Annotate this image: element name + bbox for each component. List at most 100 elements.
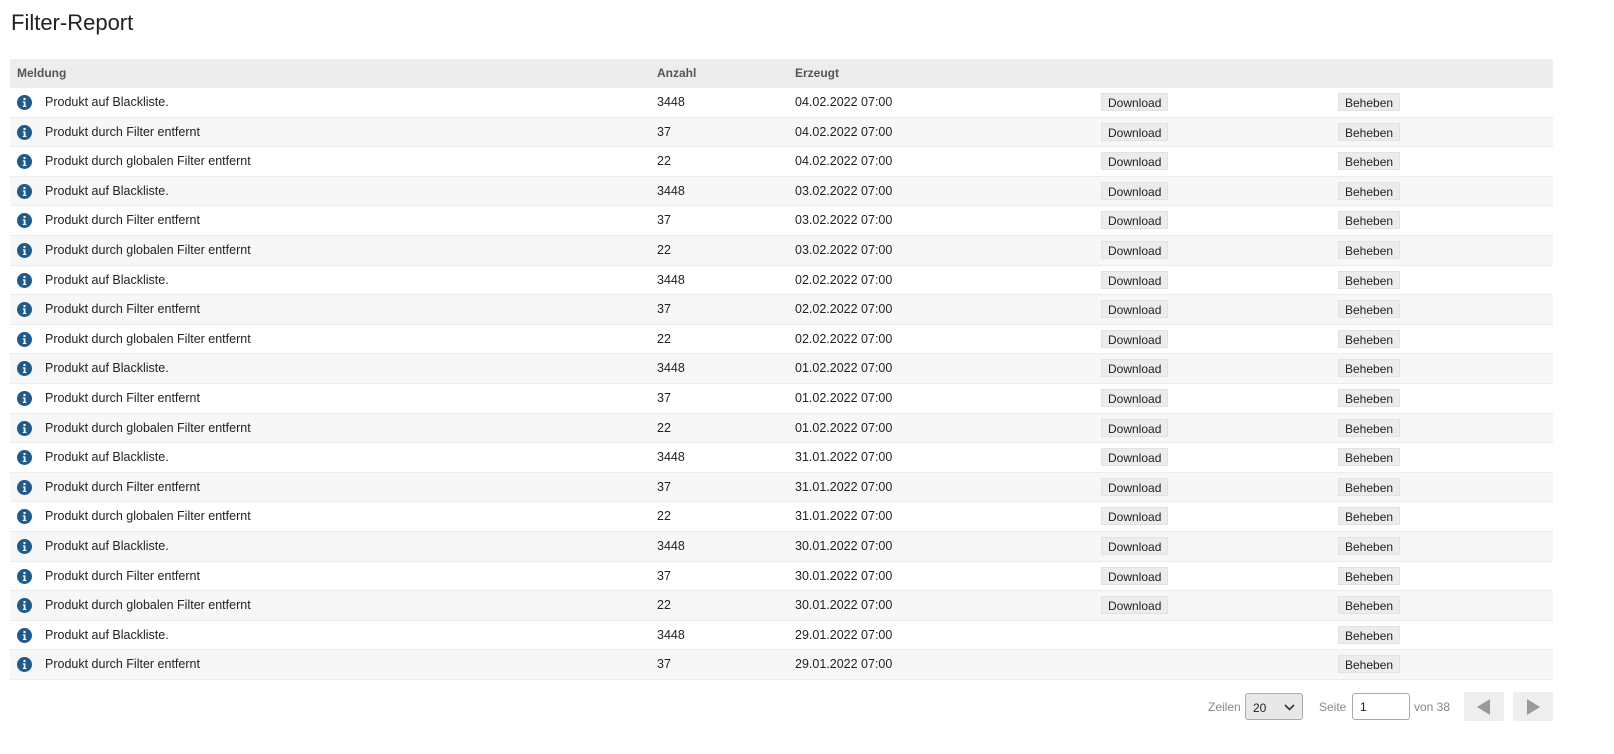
fix-button[interactable]: Beheben: [1338, 211, 1401, 230]
row-message: Produkt durch Filter entfernt: [45, 124, 200, 139]
download-button[interactable]: Download: [1101, 211, 1169, 230]
download-button[interactable]: Download: [1101, 566, 1169, 585]
table-row: Produkt durch Filter entfernt 37 03.02.202…: [10, 206, 1553, 236]
table-body: Produkt auf Blackliste. 3448 04.02.2022 07…: [10, 88, 1553, 680]
row-created: 01.02.2022 07:00: [795, 420, 893, 435]
download-button[interactable]: Download: [1101, 270, 1169, 289]
download-button[interactable]: Download: [1101, 359, 1169, 378]
download-button[interactable]: Download: [1101, 122, 1169, 141]
page-number-input[interactable]: [1352, 693, 1410, 720]
table-row: Produkt durch globalen Filter entfernt 22…: [10, 147, 1553, 177]
header-message[interactable]: Meldung: [17, 66, 66, 80]
row-created: 31.01.2022 07:00: [795, 509, 893, 524]
table-row: Produkt durch Filter entfernt 37 31.01.202…: [10, 472, 1553, 503]
fix-button[interactable]: Beheben: [1338, 270, 1401, 289]
download-button[interactable]: Download: [1101, 300, 1169, 319]
download-button[interactable]: Download: [1101, 507, 1169, 526]
row-message: Produkt durch Filter entfernt: [45, 390, 200, 405]
row-count: 3448: [657, 272, 685, 287]
report-table: Meldung Anzahl Erzeugt Produkt auf Black…: [10, 59, 1553, 680]
fix-button[interactable]: Beheben: [1338, 181, 1401, 200]
info-icon: [17, 627, 32, 643]
row-count: 37: [657, 124, 671, 139]
info-icon: [17, 568, 32, 584]
table-row: Produkt durch globalen Filter entfernt 22…: [10, 235, 1553, 266]
rows-per-page-value: 20: [1253, 701, 1267, 715]
row-count: 37: [657, 390, 671, 405]
next-page-button[interactable]: [1513, 692, 1553, 721]
row-created: 01.02.2022 07:00: [795, 390, 893, 405]
download-button[interactable]: Download: [1101, 329, 1169, 348]
row-created: 04.02.2022 07:00: [795, 154, 893, 169]
download-button[interactable]: Download: [1101, 536, 1169, 555]
previous-page-button[interactable]: [1464, 692, 1504, 721]
fix-button[interactable]: Beheben: [1338, 300, 1401, 319]
fix-button[interactable]: Beheben: [1338, 240, 1401, 259]
download-button[interactable]: Download: [1101, 240, 1169, 259]
row-count: 37: [657, 302, 671, 317]
row-count: 3448: [657, 183, 685, 198]
row-message: Produkt durch Filter entfernt: [45, 568, 200, 583]
table-row: Produkt auf Blackliste. 3448 04.02.2022 07…: [10, 88, 1553, 118]
table-row: Produkt auf Blackliste. 3448 01.02.2022 07…: [10, 354, 1553, 384]
row-count: 22: [657, 509, 671, 524]
download-button[interactable]: Download: [1101, 152, 1169, 171]
rows-per-page-select[interactable]: 20: [1245, 693, 1303, 720]
row-count: 22: [657, 331, 671, 346]
row-count: 37: [657, 657, 671, 672]
download-button[interactable]: Download: [1101, 596, 1169, 615]
fix-button[interactable]: Beheben: [1338, 93, 1401, 111]
download-button[interactable]: Download: [1101, 93, 1169, 111]
table-row: Produkt durch globalen Filter entfernt 22…: [10, 591, 1553, 621]
rows-label: Zeilen: [1208, 700, 1241, 714]
row-count: 3448: [657, 450, 685, 465]
header-count[interactable]: Anzahl: [657, 66, 696, 80]
download-button[interactable]: Download: [1101, 388, 1169, 407]
fix-button[interactable]: Beheben: [1338, 596, 1401, 615]
info-icon: [17, 450, 32, 466]
download-button[interactable]: Download: [1101, 477, 1169, 496]
row-message: Produkt durch Filter entfernt: [45, 302, 200, 317]
table-row: Produkt durch Filter entfernt 37 01.02.202…: [10, 383, 1553, 414]
row-created: 04.02.2022 07:00: [795, 124, 893, 139]
row-created: 01.02.2022 07:00: [795, 361, 893, 376]
fix-button[interactable]: Beheben: [1338, 507, 1401, 526]
fix-button[interactable]: Beheben: [1338, 536, 1401, 555]
row-message: Produkt durch Filter entfernt: [45, 657, 200, 672]
download-button[interactable]: Download: [1101, 418, 1169, 437]
row-created: 29.01.2022 07:00: [795, 657, 893, 672]
fix-button[interactable]: Beheben: [1338, 359, 1401, 378]
row-message: Produkt durch globalen Filter entfernt: [45, 420, 251, 435]
download-button[interactable]: Download: [1101, 181, 1169, 200]
fix-button[interactable]: Beheben: [1338, 329, 1401, 348]
fix-button[interactable]: Beheben: [1338, 655, 1401, 674]
row-created: 29.01.2022 07:00: [795, 627, 893, 642]
row-created: 30.01.2022 07:00: [795, 598, 893, 613]
info-icon: [17, 598, 32, 614]
download-button[interactable]: Download: [1101, 448, 1169, 467]
row-count: 37: [657, 568, 671, 583]
fix-button[interactable]: Beheben: [1338, 625, 1401, 644]
fix-button[interactable]: Beheben: [1338, 418, 1401, 437]
row-message: Produkt auf Blackliste.: [45, 627, 169, 642]
info-icon: [17, 657, 32, 673]
fix-button[interactable]: Beheben: [1338, 448, 1401, 467]
fix-button[interactable]: Beheben: [1338, 566, 1401, 585]
info-icon: [17, 242, 32, 258]
table-row: Produkt durch globalen Filter entfernt 22…: [10, 502, 1553, 532]
fix-button[interactable]: Beheben: [1338, 388, 1401, 407]
info-icon: [17, 331, 32, 347]
fix-button[interactable]: Beheben: [1338, 477, 1401, 496]
fix-button[interactable]: Beheben: [1338, 122, 1401, 141]
info-icon: [17, 272, 32, 288]
info-icon: [17, 420, 32, 436]
row-count: 3448: [657, 361, 685, 376]
info-icon: [17, 509, 32, 525]
header-created[interactable]: Erzeugt: [795, 66, 839, 80]
info-icon: [17, 124, 32, 140]
row-message: Produkt durch globalen Filter entfernt: [45, 154, 251, 169]
table-row: Produkt durch Filter entfernt 37 04.02.202…: [10, 117, 1553, 148]
fix-button[interactable]: Beheben: [1338, 152, 1401, 171]
row-count: 3448: [657, 538, 685, 553]
row-count: 3448: [657, 95, 685, 109]
